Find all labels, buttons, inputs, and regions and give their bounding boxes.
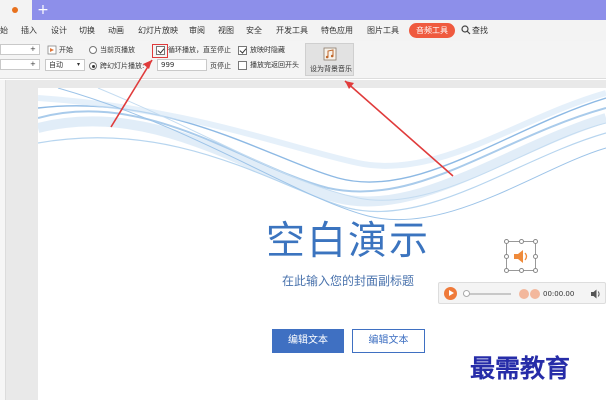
start-mode-value: 自动 xyxy=(49,61,63,69)
app-window: + 始 插入 设计 切换 动画 幻灯片放映 审阅 视图 安全 开发工具 特色应用… xyxy=(0,0,606,400)
new-tab-button[interactable]: + xyxy=(36,1,50,19)
set-background-music-button[interactable]: 设为背景音乐 xyxy=(305,43,354,76)
menu-bar: 始 插入 设计 切换 动画 幻灯片放映 审阅 视图 安全 开发工具 特色应用 图… xyxy=(0,20,606,41)
wave-decoration xyxy=(38,88,606,221)
audio-object[interactable] xyxy=(504,239,538,273)
start-label[interactable]: 开始 xyxy=(59,45,73,55)
title-bar: + xyxy=(0,0,606,20)
stop-after-pages-input[interactable]: 999 xyxy=(157,59,207,71)
music-icon xyxy=(323,47,337,61)
seek-track[interactable] xyxy=(463,293,511,295)
menu-item-search[interactable]: 查找 xyxy=(472,24,488,38)
resize-handle[interactable] xyxy=(533,268,538,273)
set-background-music-label: 设为背景音乐 xyxy=(310,65,352,73)
resize-handle[interactable] xyxy=(519,239,524,244)
current-page-label: 当前页播放 xyxy=(100,46,135,54)
speaker-icon xyxy=(514,250,528,263)
increase-button[interactable]: + xyxy=(30,44,36,54)
seek-handle[interactable] xyxy=(463,290,470,297)
edit-text-button-secondary[interactable]: 编辑文本 xyxy=(352,329,425,353)
edit-text-button-primary[interactable]: 编辑文本 xyxy=(272,329,344,353)
resize-handle[interactable] xyxy=(533,239,538,244)
forward-button[interactable] xyxy=(530,289,540,299)
menu-item-slideshow[interactable]: 幻灯片放映 xyxy=(138,24,178,38)
chevron-down-icon: ▾ xyxy=(77,61,81,68)
stop-after-pages-value: 999 xyxy=(161,61,175,69)
menu-item-developer[interactable]: 开发工具 xyxy=(276,24,308,38)
rewind-button[interactable] xyxy=(519,289,529,299)
radio-cross-slide[interactable] xyxy=(89,62,97,70)
menu-item-view[interactable]: 视图 xyxy=(218,24,234,38)
hide-label: 放映时隐藏 xyxy=(250,46,285,54)
watermark-logo: 最需教育 xyxy=(470,354,571,383)
start-mode-select[interactable]: 自动 ▾ xyxy=(45,59,85,71)
document-tab[interactable] xyxy=(0,0,32,20)
loop-highlight-box xyxy=(152,44,168,58)
tab-audio-tools[interactable]: 音频工具 xyxy=(409,23,455,38)
resize-handle[interactable] xyxy=(533,254,538,259)
page-stop-label: 页停止 xyxy=(210,62,231,70)
loop-label: 循环播放，直至停止 xyxy=(168,46,231,54)
resize-handle[interactable] xyxy=(504,239,509,244)
rewind-checkbox[interactable] xyxy=(238,61,247,70)
volume-icon[interactable] xyxy=(590,288,602,300)
menu-item-animation[interactable]: 动画 xyxy=(108,24,124,38)
player-time: 00:00.00 xyxy=(543,290,575,298)
resize-handle[interactable] xyxy=(519,268,524,273)
thumbnail-pane[interactable] xyxy=(0,80,6,400)
hide-checkbox[interactable] xyxy=(238,46,247,55)
document-tab-icon xyxy=(12,7,18,13)
start-icon xyxy=(47,45,57,55)
search-icon[interactable] xyxy=(461,25,471,35)
radio-current-page[interactable] xyxy=(89,46,97,54)
rewind-label: 播放完返回开头 xyxy=(250,61,299,69)
menu-item-review[interactable]: 审阅 xyxy=(189,24,205,38)
menu-item-insert[interactable]: 插入 xyxy=(21,24,37,38)
menu-item-features[interactable]: 特色应用 xyxy=(321,24,353,38)
resize-handle[interactable] xyxy=(504,268,509,273)
audio-player: 00:00.00 xyxy=(438,282,606,304)
menu-item-security[interactable]: 安全 xyxy=(246,24,262,38)
ribbon-toolbar: + + 开始 自动 ▾ 当前页播放 跨幻灯片播放: 循环播放，直至停止 999 … xyxy=(0,41,606,79)
menu-item-transition[interactable]: 切换 xyxy=(79,24,95,38)
increase-button-2[interactable]: + xyxy=(30,59,36,69)
play-icon[interactable] xyxy=(444,287,457,300)
menu-item-picture-tools[interactable]: 图片工具 xyxy=(367,24,399,38)
resize-handle[interactable] xyxy=(504,254,509,259)
menu-item-design[interactable]: 设计 xyxy=(51,24,67,38)
slide-subtitle[interactable]: 在此输入您的封面副标题 xyxy=(282,272,442,290)
menu-item-start[interactable]: 始 xyxy=(0,24,8,38)
cross-slide-label: 跨幻灯片播放: xyxy=(100,62,145,70)
slide-title[interactable]: 空白演示 xyxy=(266,220,442,264)
